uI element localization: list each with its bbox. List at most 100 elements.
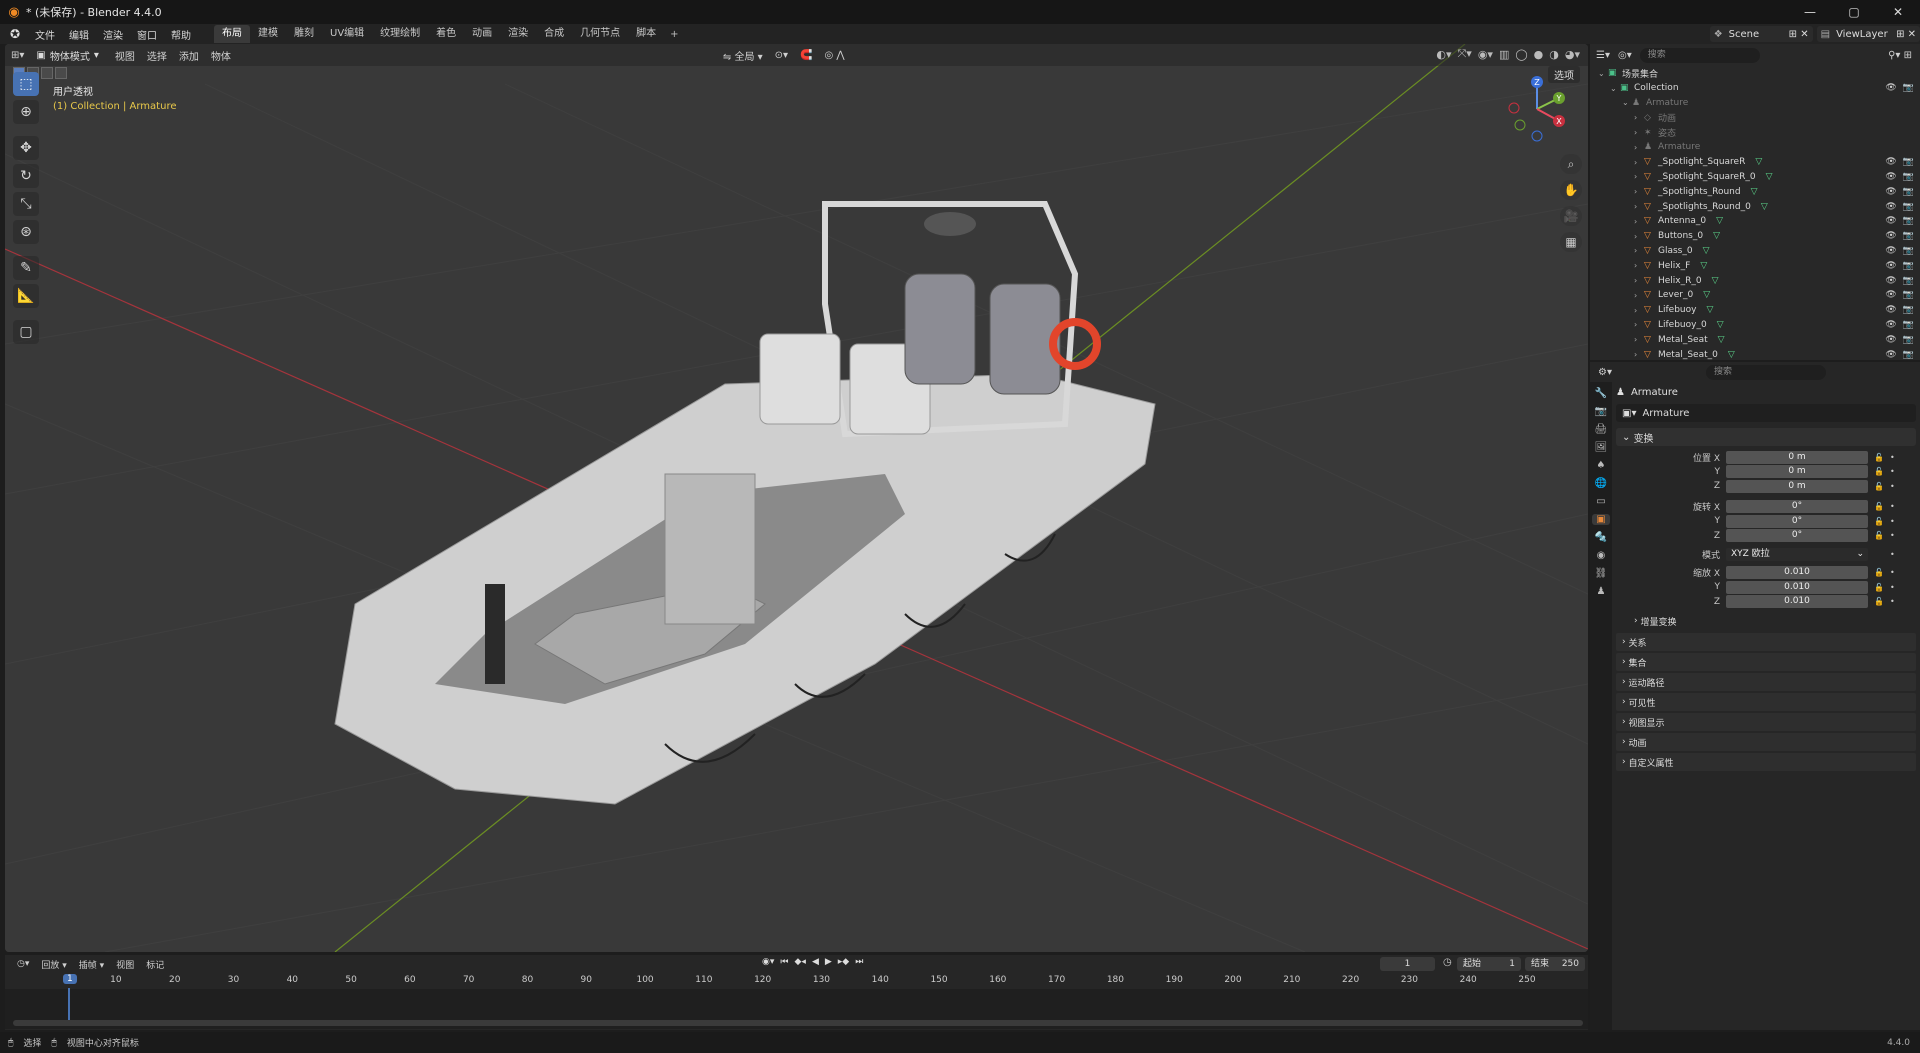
viewport-display-panel[interactable]: › 视图显示 [1616, 713, 1916, 731]
location-y-field[interactable]: 0 m [1726, 465, 1868, 479]
outliner-row[interactable]: ⌄ ▣ 场景集合 [1590, 66, 1920, 81]
delta-transform-subpanel[interactable]: › 增量变换 [1616, 613, 1916, 629]
outliner-row[interactable]: › ♟ Armature [1590, 140, 1920, 155]
tab-texture-paint[interactable]: 纹理绘制 [372, 25, 428, 43]
motion-paths-panel[interactable]: › 运动路径 [1616, 673, 1916, 691]
visibility-toggles[interactable]: 👁 📷 [1885, 231, 1914, 241]
viewport-menu-select[interactable]: 选择 [141, 48, 173, 63]
camera-icon[interactable]: 📷 [1903, 261, 1914, 271]
lock-icon[interactable]: 🔓 [1874, 583, 1884, 592]
proportional-edit-icon[interactable]: ◎ ⋀ [819, 50, 851, 61]
zoom-icon[interactable]: ⌕ [1560, 154, 1582, 174]
visibility-toggles[interactable]: 👁 📷 [1885, 157, 1914, 167]
render-tab-icon[interactable]: 📷 [1592, 406, 1610, 417]
outliner-row[interactable]: › ▽ Lever_0 ▽ 👁 📷 [1590, 288, 1920, 303]
keyframe-dot-icon[interactable]: • [1890, 550, 1895, 559]
visibility-toggles[interactable]: 👁 📷 [1885, 290, 1914, 300]
expand-arrow-icon[interactable]: ⌄ [1610, 84, 1620, 93]
viewlayer-actions-icon[interactable]: ⊞ ✕ [1896, 29, 1916, 40]
eye-icon[interactable]: 👁 [1885, 335, 1896, 345]
expand-arrow-icon[interactable]: ⌄ [1622, 98, 1632, 107]
output-tab-icon[interactable]: 🖨 [1592, 424, 1610, 435]
3d-viewport[interactable]: ⊞▾ ▣ 物体模式 ▾ 视图 选择 添加 物体 ⇋ 全局 ▾ ⊙▾ 🧲 ◎ ⋀ ◐▾… [5, 44, 1588, 952]
material-shading-icon[interactable]: ◑ [1549, 48, 1559, 61]
eye-icon[interactable]: 👁 [1885, 172, 1896, 182]
outliner-search-input[interactable]: 搜索 [1639, 47, 1760, 63]
record-icon[interactable]: ◉▾ [762, 957, 774, 967]
visibility-toggles[interactable]: 👁 📷 [1885, 276, 1914, 286]
tab-layout[interactable]: 布局 [214, 25, 250, 43]
outliner-row[interactable]: ⌄ ▣ Collection 👁 📷 [1590, 81, 1920, 96]
object-tab-icon[interactable]: ▣ [1592, 514, 1610, 525]
lock-icon[interactable]: 🔓 [1874, 502, 1884, 511]
outliner-row[interactable]: › ▽ Metal_Seat ▽ 👁 📷 [1590, 332, 1920, 347]
add-cube-icon[interactable]: ▢ [13, 320, 39, 344]
scale-icon[interactable]: ⤡ [13, 192, 39, 216]
lock-icon[interactable]: 🔓 [1874, 531, 1884, 540]
outliner-editor-icon[interactable]: ☰▾ [1596, 50, 1610, 61]
outliner-row[interactable]: › ▽ _Spotlight_SquareR ▽ 👁 📷 [1590, 155, 1920, 170]
expand-arrow-icon[interactable]: › [1634, 276, 1644, 285]
rotation-mode-dropdown[interactable]: XYZ 欧拉 ⌄ [1726, 547, 1868, 561]
pin-icon[interactable]: ⊞ ✕ [1789, 29, 1809, 40]
timeline-menu-marker[interactable]: 标记 [140, 958, 170, 971]
outliner-row[interactable]: ⌄ ♟ Armature [1590, 96, 1920, 111]
expand-arrow-icon[interactable]: › [1634, 187, 1644, 196]
tab-compositing[interactable]: 合成 [536, 25, 572, 43]
tab-uv-editing[interactable]: UV编辑 [322, 25, 372, 43]
start-frame-field[interactable]: 起始 1 [1457, 957, 1521, 971]
keyframe-dot-icon[interactable]: • [1890, 517, 1895, 526]
custom-properties-panel[interactable]: › 自定义属性 [1616, 753, 1916, 771]
next-keyframe-icon[interactable]: ▸◆ [838, 957, 849, 967]
expand-arrow-icon[interactable]: › [1634, 291, 1644, 300]
outliner-row[interactable]: › ▽ Helix_R_0 ▽ 👁 📷 [1590, 273, 1920, 288]
snap-icon[interactable]: 🧲 [794, 50, 818, 61]
tool-tab-icon[interactable]: 🔧 [1592, 388, 1610, 399]
eye-icon[interactable]: 👁 [1885, 83, 1896, 93]
eye-icon[interactable]: 👁 [1885, 261, 1896, 271]
expand-arrow-icon[interactable]: ⌄ [1598, 69, 1608, 78]
data-tab-icon[interactable]: ♟ [1592, 586, 1610, 597]
eye-icon[interactable]: 👁 [1885, 202, 1896, 212]
viewlayer-selector[interactable]: ▤ ViewLayer ⊞ ✕ [1816, 26, 1920, 42]
viewport-menu-add[interactable]: 添加 [173, 48, 205, 63]
play-reverse-icon[interactable]: ◀ [812, 957, 819, 967]
location-x-field[interactable]: 0 m [1726, 450, 1868, 464]
outliner-row[interactable]: › ◇ 动画 [1590, 110, 1920, 125]
transform-orientation-dropdown[interactable]: ⇋ 全局 ▾ [717, 48, 769, 63]
visibility-toggles[interactable]: 👁 📷 [1885, 320, 1914, 330]
keyframe-dot-icon[interactable]: • [1890, 482, 1895, 491]
relations-panel[interactable]: › 关系 [1616, 633, 1916, 651]
keyframe-dot-icon[interactable]: • [1890, 502, 1895, 511]
eye-icon[interactable]: 👁 [1885, 305, 1896, 315]
visibility-toggles[interactable]: 👁 📷 [1885, 83, 1914, 93]
current-frame-field[interactable]: 1 [1380, 957, 1435, 971]
minimize-button[interactable]: — [1788, 0, 1832, 24]
scene-selector[interactable]: ❖ Scene ⊞ ✕ [1709, 26, 1813, 42]
timeline-menu-keying[interactable]: 插帧 ▾ [73, 958, 110, 971]
eye-icon[interactable]: 👁 [1885, 231, 1896, 241]
visibility-toggles[interactable]: 👁 📷 [1885, 261, 1914, 271]
menu-window[interactable]: 窗口 [130, 27, 164, 42]
camera-icon[interactable]: 📷 [1903, 202, 1914, 212]
camera-icon[interactable]: 📷 [1903, 246, 1914, 256]
tab-geometry-nodes[interactable]: 几何节点 [572, 25, 628, 43]
camera-icon[interactable]: 📷 [1903, 231, 1914, 241]
eye-icon[interactable]: 👁 [1885, 216, 1896, 226]
lock-icon[interactable]: 🔓 [1874, 482, 1884, 491]
expand-arrow-icon[interactable]: › [1634, 143, 1644, 152]
menu-render[interactable]: 渲染 [96, 27, 130, 42]
eye-icon[interactable]: 👁 [1885, 246, 1896, 256]
rendered-shading-icon[interactable]: ◕▾ [1565, 48, 1580, 61]
visibility-toggles[interactable]: 👁 📷 [1885, 187, 1914, 197]
clock-icon[interactable]: ◷ [1443, 957, 1452, 968]
display-mode-icon[interactable]: ◎▾ [1618, 50, 1632, 61]
wireframe-shading-icon[interactable]: ◯ [1515, 48, 1527, 61]
rotate-icon[interactable]: ↻ [13, 164, 39, 188]
lock-icon[interactable]: 🔓 [1874, 467, 1884, 476]
view-layer-tab-icon[interactable]: 🖼 [1592, 442, 1610, 453]
visibility-toggles[interactable]: 👁 📷 [1885, 172, 1914, 182]
perspective-toggle-icon[interactable]: ▦ [1560, 232, 1582, 252]
expand-arrow-icon[interactable]: › [1634, 306, 1644, 315]
outliner-row[interactable]: › ▽ Lifebuoy_0 ▽ 👁 📷 [1590, 318, 1920, 333]
